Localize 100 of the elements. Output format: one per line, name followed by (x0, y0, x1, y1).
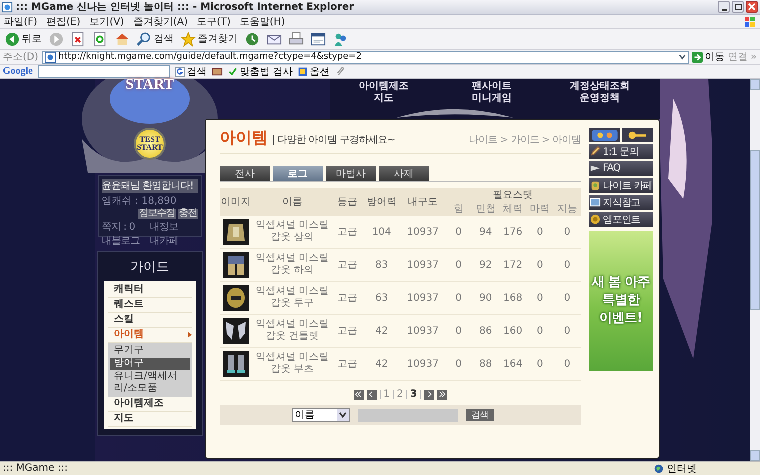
table-cell: 0 (526, 282, 554, 314)
scrollbar[interactable] (750, 79, 760, 461)
menu-item[interactable]: 파일(F) (4, 14, 38, 28)
edit-icon (311, 32, 326, 46)
last-page-button[interactable] (437, 390, 448, 400)
nav-link[interactable]: 계정상태조회 (570, 81, 630, 93)
back-icon (5, 32, 20, 46)
nav-link[interactable]: 미니게임 (472, 93, 512, 105)
table-cell: 0 (526, 348, 554, 380)
browser-icon (2, 2, 13, 12)
quick-link-button[interactable]: FAQ (589, 161, 653, 176)
table-cell: 0 (554, 348, 581, 380)
search-field[interactable] (358, 408, 458, 422)
class-tab[interactable]: 전사 (220, 166, 270, 181)
spell-check-button[interactable]: 맞춤법 검사 (228, 64, 294, 78)
account-link[interactable]: 내블로그 (102, 234, 150, 248)
previous-page-button[interactable] (366, 390, 377, 400)
refresh-icon (93, 32, 108, 46)
cash-balance: 엠캐쉬 : 18,890 (102, 195, 178, 208)
nav-link[interactable]: 운영정책 (580, 93, 620, 105)
menu-item[interactable]: 편집(E) (46, 14, 81, 28)
double-chevron-icon (355, 391, 362, 398)
double-chevron-icon (438, 391, 446, 398)
guide-menu-item[interactable]: 퀘스트 (108, 298, 192, 313)
table-cell: 86 (472, 314, 500, 348)
forward-icon (49, 32, 64, 46)
table-cell: 고급 (332, 282, 363, 314)
column-header: 등급 (332, 188, 363, 216)
table-cell: 0 (526, 216, 554, 248)
search-type-dropdown[interactable]: 이름 (292, 408, 350, 422)
column-header: 필요스탯 (445, 188, 581, 202)
menu-item[interactable]: 즐겨찾기(A) (133, 14, 188, 28)
table-cell: 0 (554, 216, 581, 248)
paperclip-icon[interactable] (335, 66, 346, 77)
first-page-button[interactable] (354, 390, 364, 400)
item-name: 익셉셔널 미스릴 갑옷 부츠 (252, 348, 333, 380)
minimize-button[interactable] (718, 1, 730, 13)
column-header: 민첩 (472, 202, 500, 216)
go-button[interactable]: 이동 (692, 50, 725, 64)
game-badge-button[interactable] (589, 128, 620, 142)
column-header: 방어력 (362, 188, 401, 216)
nav-link[interactable]: 팬사이트 (472, 81, 512, 93)
table-cell: 94 (472, 216, 500, 248)
key-icon (626, 130, 648, 140)
search-button[interactable]: 검색 (135, 29, 176, 49)
submenu-item[interactable]: 유니크/액세서리/소모품 (110, 371, 190, 395)
banner-headline: 새 봄 아주 특별한 이벤트! (592, 274, 650, 328)
table-cell: 0 (445, 248, 472, 282)
page-subtitle: | 다양한 아이템 구경하세요~ (272, 134, 396, 147)
pencil-icon (590, 146, 601, 157)
guide-menu-item[interactable]: 스킬 (108, 313, 192, 328)
guide-menu-item[interactable]: 캐릭터 (108, 283, 192, 298)
quick-link-button[interactable]: 지식참고 (589, 195, 653, 210)
quick-link-button[interactable]: 1:1 문의 (589, 144, 653, 159)
table-cell: 고급 (332, 216, 363, 248)
check-icon (228, 66, 238, 76)
table-cell: 10937 (400, 216, 446, 248)
start-logo: START (126, 77, 174, 94)
quick-link-button[interactable]: 나이트 카페 (589, 178, 653, 193)
close-button[interactable] (746, 1, 758, 13)
page-link[interactable]: 3 (410, 389, 418, 400)
key-button[interactable] (622, 128, 653, 142)
favorites-button[interactable]: 즐겨찾기 (179, 29, 240, 49)
guide-menu-item[interactable]: 지도 (108, 412, 192, 427)
class-tab[interactable]: 마법사 (326, 166, 376, 181)
account-link[interactable]: 쪽지 : 0 (102, 220, 150, 234)
account-button[interactable]: 충전 (178, 209, 198, 219)
table-cell: 42 (362, 314, 401, 348)
table-cell: 42 (362, 348, 401, 380)
messenger-icon (333, 32, 348, 46)
nav-link[interactable]: 지도 (374, 93, 394, 105)
menu-item[interactable]: 도구(T) (197, 14, 231, 28)
guide-menu-item[interactable]: 아이템제조 (108, 397, 192, 412)
google-search-button[interactable]: 검색 (175, 64, 207, 78)
submenu-item[interactable]: 무기구 (110, 345, 190, 357)
security-zone: 인터넷 (654, 462, 757, 475)
restore-button[interactable] (732, 1, 744, 13)
account-link[interactable]: 내카페 (150, 234, 198, 248)
menu-item[interactable]: 도움말(H) (240, 14, 286, 28)
next-page-button[interactable] (424, 390, 434, 400)
quick-link-button[interactable]: 엠포인트 (589, 212, 653, 227)
account-link[interactable]: 내정보 (150, 220, 198, 234)
google-search-field[interactable] (38, 65, 170, 78)
options-button[interactable]: 옵션 (298, 64, 330, 78)
table-cell: 0 (554, 282, 581, 314)
column-header: 마력 (526, 202, 554, 216)
table-cell: 63 (362, 282, 401, 314)
address-label: 주소(D) (3, 51, 39, 64)
submenu-item[interactable]: 방어구 (110, 358, 190, 370)
menu-item[interactable]: 보기(V) (90, 14, 124, 28)
search-button[interactable]: 검색 (466, 409, 494, 421)
class-tab[interactable]: 사제 (379, 166, 429, 181)
guide-title: 가이드 (130, 259, 170, 277)
account-button[interactable]: 정보수정 (138, 209, 176, 219)
nav-link[interactable]: 아이템제조 (359, 81, 409, 93)
globe-icon (654, 464, 664, 474)
address-field[interactable]: http://knight.mgame.com/guide/default.mgame?ctype=4&stype=2 (42, 50, 689, 64)
table-cell: 0 (526, 248, 554, 282)
table-cell: 0 (526, 314, 554, 348)
back-button[interactable]: 뒤로 (3, 29, 44, 49)
